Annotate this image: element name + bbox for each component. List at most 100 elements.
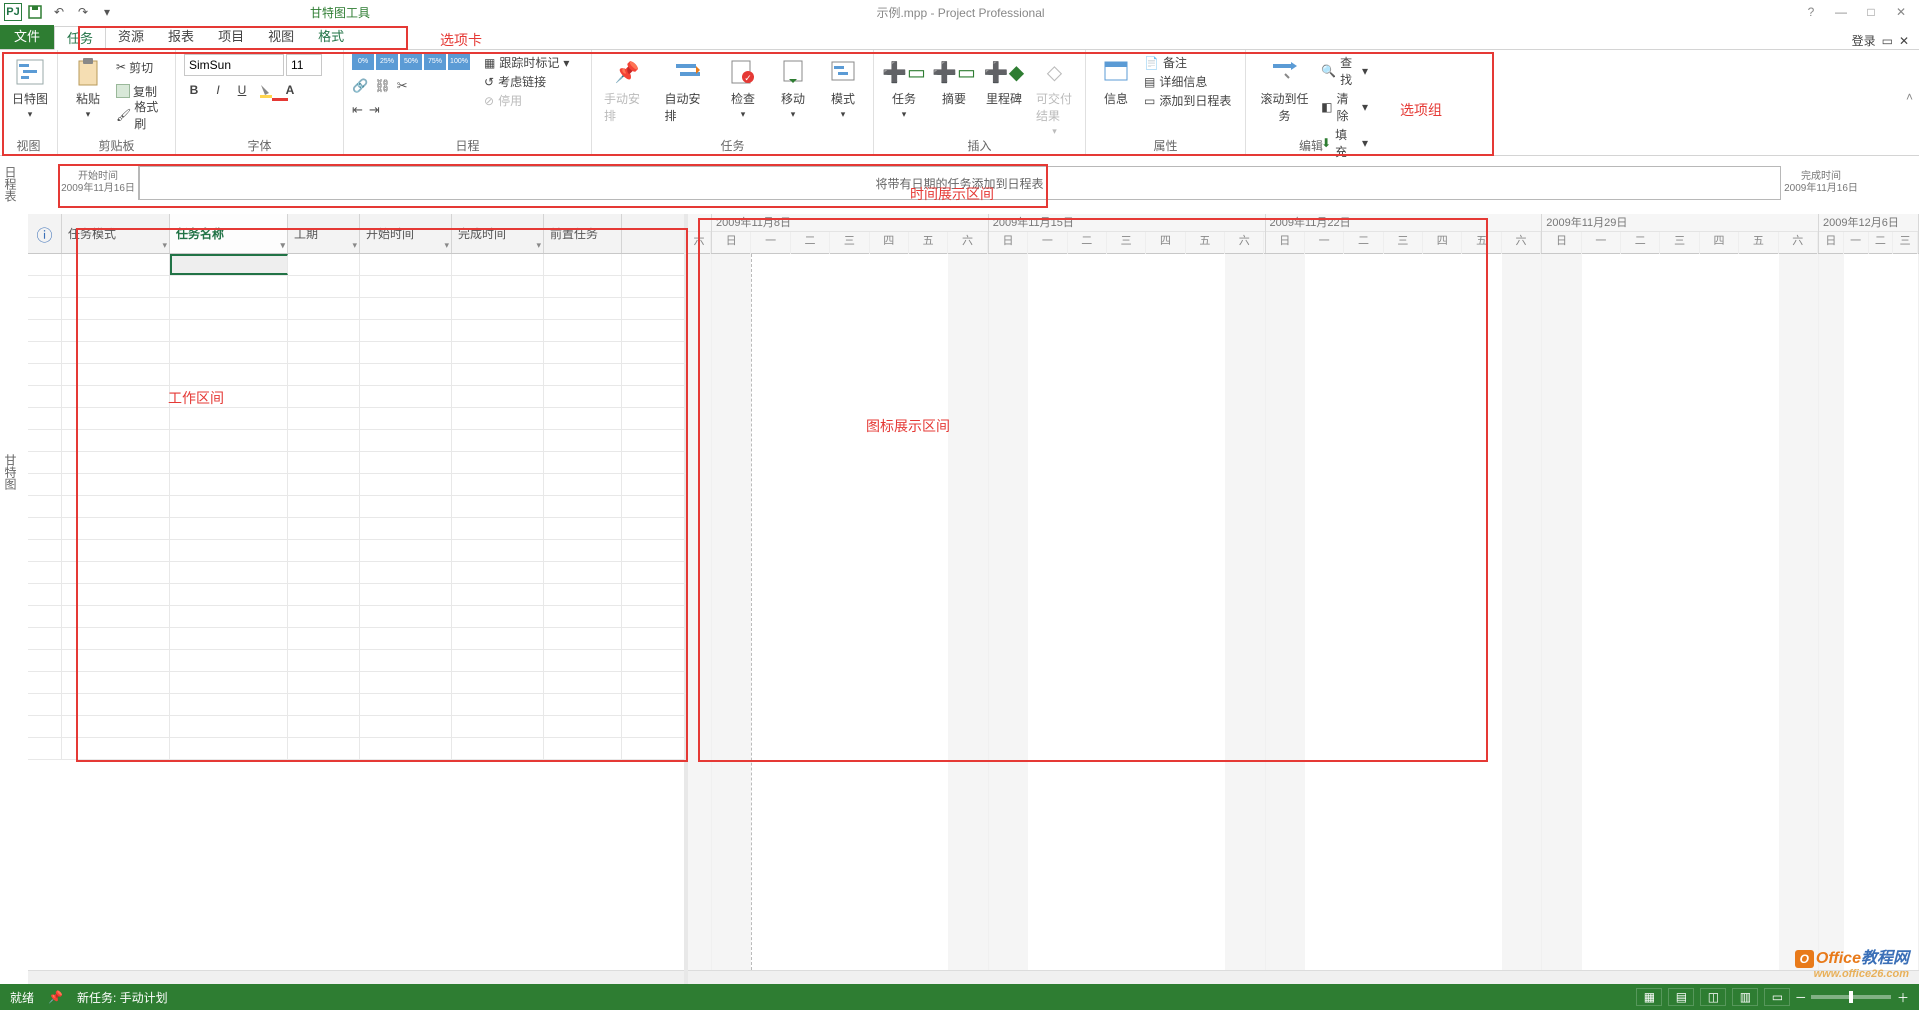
undo-icon[interactable]: ↶ bbox=[48, 2, 70, 22]
table-row[interactable] bbox=[28, 606, 684, 628]
table-row[interactable] bbox=[28, 364, 684, 386]
help-icon[interactable]: ? bbox=[1799, 5, 1823, 19]
cut-button[interactable]: ✂剪切 bbox=[116, 56, 167, 78]
table-row[interactable] bbox=[28, 650, 684, 672]
fill-color-button[interactable] bbox=[256, 80, 276, 100]
app-icon[interactable]: PJ bbox=[4, 3, 22, 21]
sign-in[interactable]: 登录 ▭ ✕ bbox=[1846, 32, 1919, 49]
italic-button[interactable]: I bbox=[208, 80, 228, 100]
table-row[interactable] bbox=[28, 408, 684, 430]
view-calendar-icon[interactable]: ▥ bbox=[1732, 988, 1758, 1006]
tab-report[interactable]: 报表 bbox=[156, 25, 206, 49]
close-icon[interactable]: ✕ bbox=[1889, 5, 1913, 19]
table-row[interactable] bbox=[28, 452, 684, 474]
indent-icon[interactable]: ⇥ bbox=[369, 102, 380, 118]
table-row[interactable] bbox=[28, 562, 684, 584]
pct-100-button[interactable]: 100% bbox=[448, 54, 470, 70]
underline-button[interactable]: U bbox=[232, 80, 252, 100]
redo-icon[interactable]: ↷ bbox=[72, 2, 94, 22]
view-gantt-icon[interactable]: ▦ bbox=[1636, 988, 1662, 1006]
table-row[interactable] bbox=[28, 694, 684, 716]
auto-schedule-button[interactable]: 自动安排 bbox=[661, 54, 716, 126]
table-row[interactable] bbox=[28, 474, 684, 496]
col-duration[interactable]: 工期▾ bbox=[288, 214, 360, 253]
ribbon-expand-icon[interactable]: ˄ bbox=[1906, 90, 1913, 104]
table-row[interactable] bbox=[28, 716, 684, 738]
insert-summary-button[interactable]: ➕▭摘要 bbox=[932, 54, 976, 109]
table-row[interactable] bbox=[28, 584, 684, 606]
table-row[interactable] bbox=[28, 254, 684, 276]
view-usage-icon[interactable]: ▤ bbox=[1668, 988, 1694, 1006]
pct-50-button[interactable]: 50% bbox=[400, 54, 422, 70]
inactivate-button[interactable]: ⊘停用 bbox=[484, 92, 569, 109]
font-color-button[interactable]: A bbox=[280, 80, 300, 100]
grid-body[interactable]: /*rows generated below*/ bbox=[28, 254, 684, 970]
notes-button[interactable]: 📄备注 bbox=[1144, 54, 1231, 71]
font-size-input[interactable] bbox=[286, 54, 322, 76]
table-row[interactable] bbox=[28, 628, 684, 650]
font-name-input[interactable] bbox=[184, 54, 284, 76]
insert-deliverable-button[interactable]: ◇可交付结果▾ bbox=[1032, 54, 1077, 139]
grid-h-scrollbar[interactable] bbox=[28, 970, 684, 984]
scroll-to-task-button[interactable]: 滚动到任务 bbox=[1254, 54, 1315, 126]
table-row[interactable] bbox=[28, 496, 684, 518]
manual-schedule-button[interactable]: 📌手动安排 bbox=[600, 54, 655, 126]
maximize-icon[interactable]: □ bbox=[1859, 5, 1883, 19]
add-to-timeline-button[interactable]: ▭添加到日程表 bbox=[1144, 92, 1231, 109]
pct-75-button[interactable]: 75% bbox=[424, 54, 446, 70]
clear-button[interactable]: ◧清除 ▾ bbox=[1321, 90, 1368, 124]
find-button[interactable]: 🔍查找 ▾ bbox=[1321, 54, 1368, 88]
timeline-bar[interactable]: 将带有日期的任务添加到日程表 bbox=[138, 166, 1781, 200]
col-info[interactable]: ⓘ bbox=[28, 214, 62, 253]
respect-links-button[interactable]: ↺考虑链接 bbox=[484, 73, 569, 90]
outdent-icon[interactable]: ⇤ bbox=[352, 102, 363, 118]
col-name[interactable]: 任务名称▾ bbox=[170, 214, 288, 253]
inspect-button[interactable]: ✓检查▾ bbox=[721, 54, 765, 122]
link-tasks-icon[interactable]: 🔗 bbox=[352, 78, 368, 94]
format-painter-button[interactable]: 🖌格式刷 bbox=[116, 104, 167, 126]
tab-project[interactable]: 项目 bbox=[206, 25, 256, 49]
information-button[interactable]: 信息 bbox=[1094, 54, 1138, 109]
file-tab[interactable]: 文件 bbox=[0, 25, 54, 49]
table-row[interactable] bbox=[28, 276, 684, 298]
status-new-task[interactable]: 新任务: 手动计划 bbox=[77, 989, 168, 1006]
insert-milestone-button[interactable]: ➕◆里程碑 bbox=[982, 54, 1026, 109]
selected-cell[interactable] bbox=[170, 254, 288, 275]
save-icon[interactable] bbox=[24, 2, 46, 22]
table-row[interactable] bbox=[28, 298, 684, 320]
col-pred[interactable]: 前置任务 bbox=[544, 214, 622, 253]
move-button[interactable]: 移动▾ bbox=[771, 54, 815, 122]
gantt-chart-button[interactable]: 日特图▾ bbox=[8, 54, 52, 122]
view-network-icon[interactable]: ◫ bbox=[1700, 988, 1726, 1006]
track-mark-button[interactable]: ▦跟踪时标记 ▾ bbox=[484, 54, 569, 71]
zoom-in-icon[interactable]: ＋ bbox=[1897, 989, 1909, 1006]
doc-close-icon[interactable]: ✕ bbox=[1899, 34, 1909, 48]
mode-button[interactable]: 模式▾ bbox=[821, 54, 865, 122]
zoom-out-icon[interactable]: ─ bbox=[1796, 990, 1805, 1004]
bold-button[interactable]: B bbox=[184, 80, 204, 100]
tab-resource[interactable]: 资源 bbox=[106, 25, 156, 49]
table-row[interactable] bbox=[28, 518, 684, 540]
unlink-tasks-icon[interactable]: ⛓ bbox=[374, 78, 391, 94]
tab-format[interactable]: 格式 bbox=[306, 25, 356, 49]
minimize-icon[interactable]: — bbox=[1829, 5, 1853, 19]
split-task-icon[interactable]: ✂ bbox=[397, 78, 408, 94]
table-row[interactable] bbox=[28, 540, 684, 562]
table-row[interactable] bbox=[28, 672, 684, 694]
gantt-h-scrollbar[interactable] bbox=[688, 970, 1919, 984]
gantt-body[interactable] bbox=[688, 254, 1919, 970]
tab-task[interactable]: 任务 bbox=[54, 26, 106, 50]
table-row[interactable] bbox=[28, 386, 684, 408]
pct-0-button[interactable]: 0% bbox=[352, 54, 374, 70]
view-resource-icon[interactable]: ▭ bbox=[1764, 988, 1790, 1006]
col-finish[interactable]: 完成时间▾ bbox=[452, 214, 544, 253]
col-start[interactable]: 开始时间▾ bbox=[360, 214, 452, 253]
tab-view[interactable]: 视图 bbox=[256, 25, 306, 49]
paste-button[interactable]: 粘贴▾ bbox=[66, 54, 110, 122]
table-row[interactable] bbox=[28, 738, 684, 760]
ribbon-collapse-icon[interactable]: ▭ bbox=[1882, 34, 1893, 48]
qat-dropdown-icon[interactable]: ▾ bbox=[96, 2, 118, 22]
pct-25-button[interactable]: 25% bbox=[376, 54, 398, 70]
col-mode[interactable]: 任务模式▾ bbox=[62, 214, 170, 253]
table-row[interactable] bbox=[28, 342, 684, 364]
